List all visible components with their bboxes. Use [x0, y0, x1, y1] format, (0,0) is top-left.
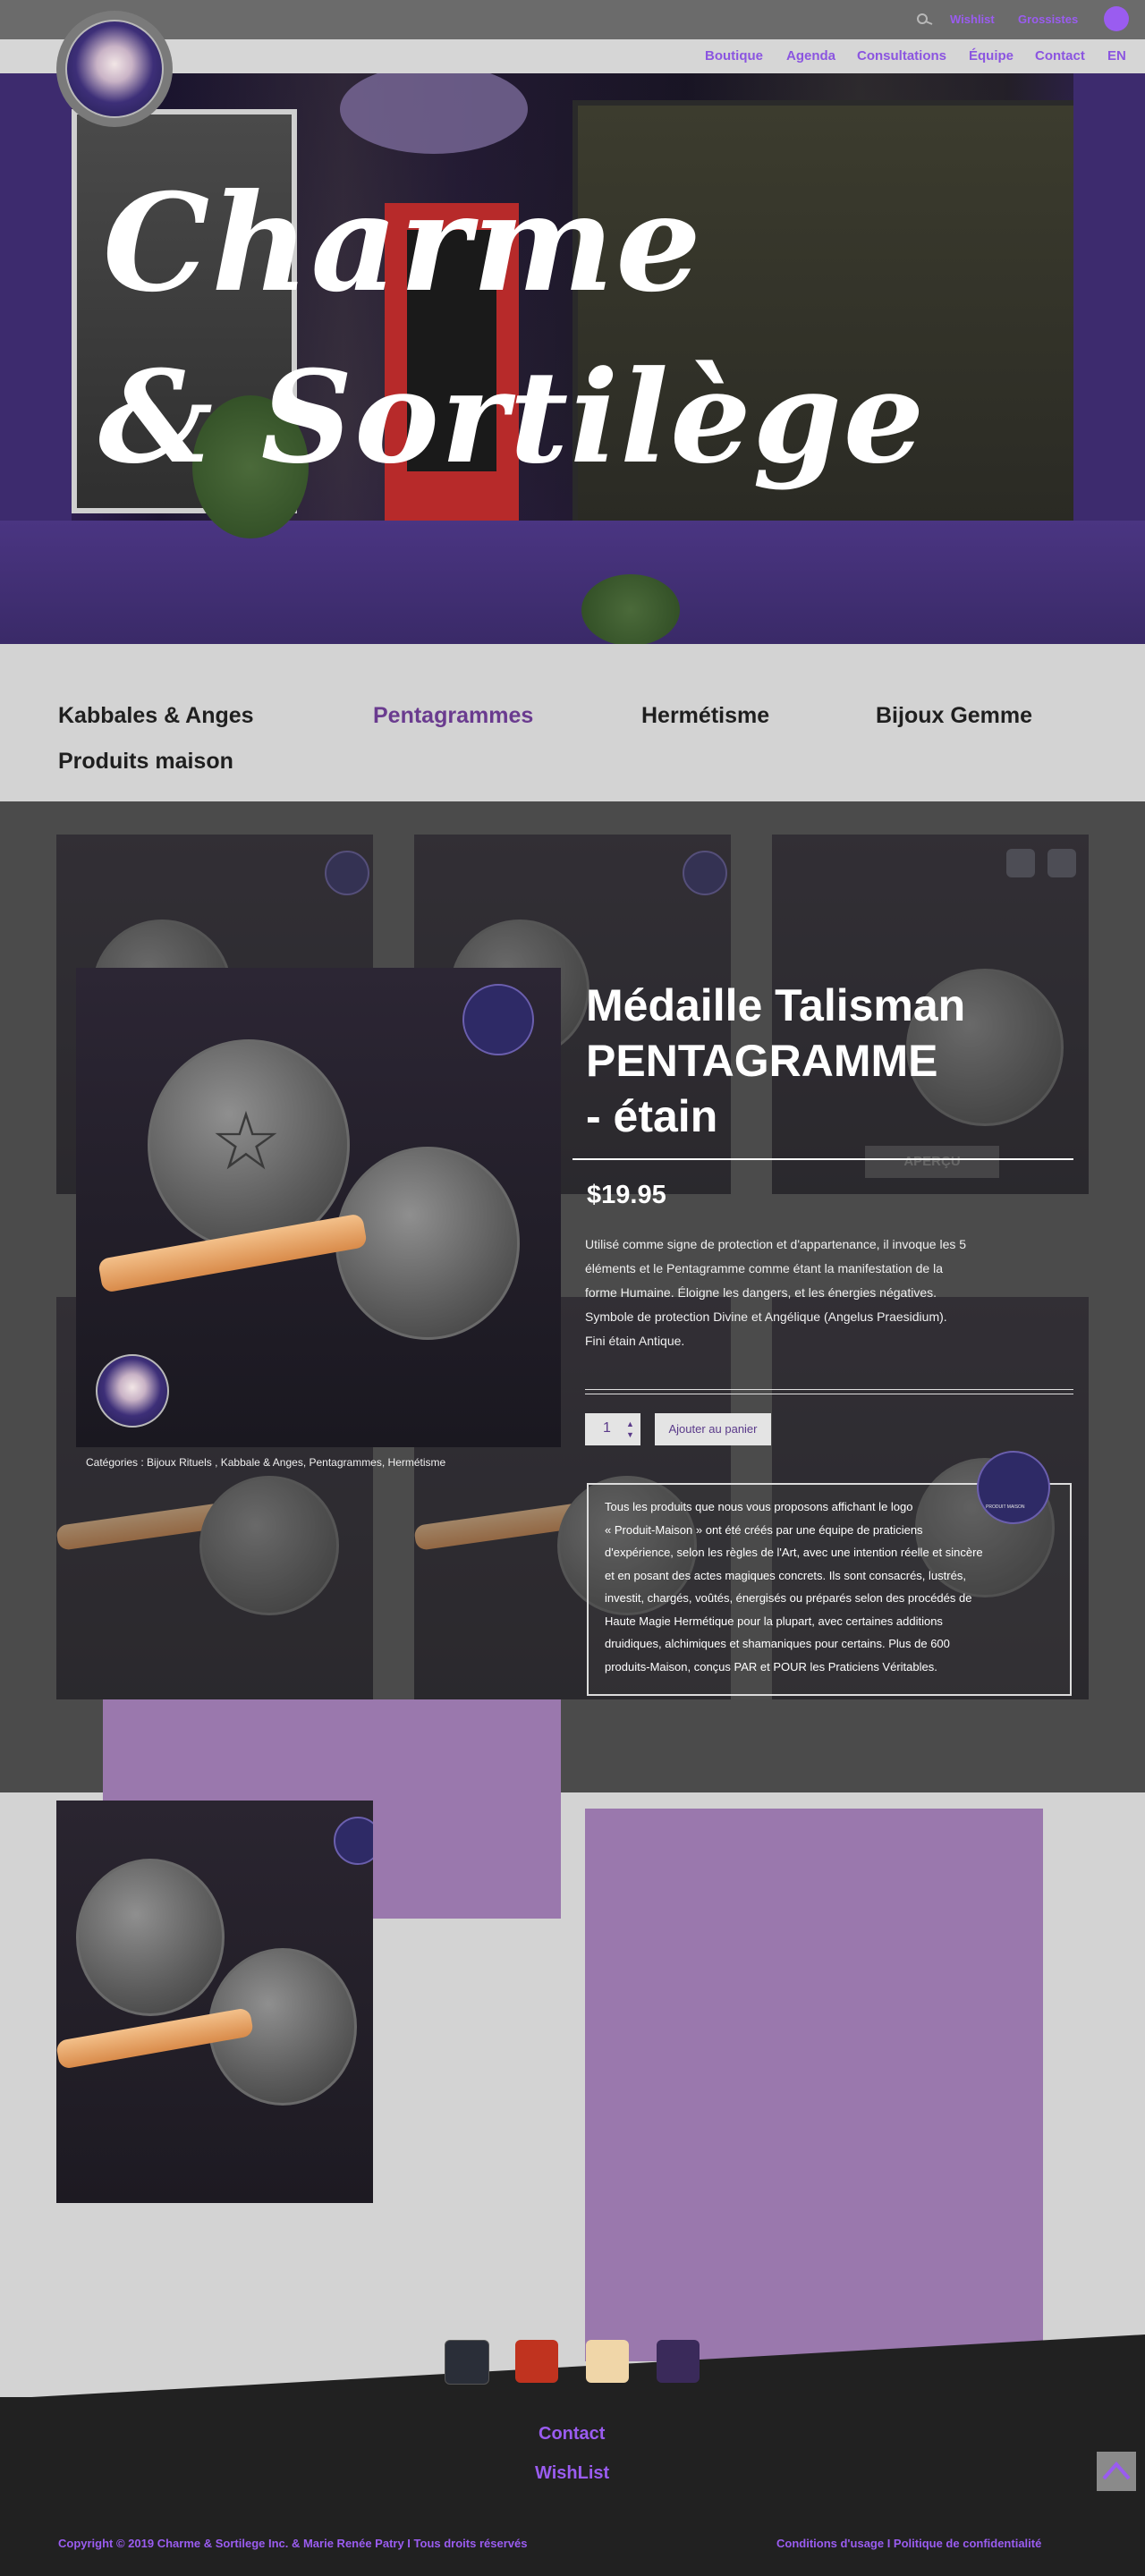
footer-contact-link[interactable]: Contact: [539, 2424, 605, 2445]
hero-base: [0, 521, 1145, 644]
nav-language[interactable]: EN: [1107, 48, 1126, 64]
product-image-large: [56, 1801, 373, 2203]
pentagram-star-icon: ☆: [209, 1097, 283, 1187]
description-line: Fini étain Antique.: [585, 1334, 685, 1348]
description-line: forme Humaine. Éloigne les dangers, et l…: [585, 1285, 937, 1300]
swatch-cream-icon[interactable]: [586, 2340, 629, 2383]
product-title-line1: Médaille Talisman: [586, 980, 966, 1030]
nav-equipe[interactable]: Équipe: [969, 48, 1014, 64]
produit-maison-badge-icon: PRODUIT MAISON: [977, 1451, 1050, 1524]
nav-contact[interactable]: Contact: [1035, 48, 1085, 64]
swatch-dark-icon[interactable]: [445, 2340, 489, 2385]
badge-caption: PRODUIT MAISON: [986, 1504, 1025, 1510]
search-icon[interactable]: [916, 13, 934, 27]
site-logo[interactable]: [56, 11, 173, 127]
note-line: « Produit-Maison » ont été créés par une…: [605, 1522, 923, 1537]
pentagram-medal-image: [76, 1859, 225, 2016]
description-line: Symbole de protection Divine et Angéliqu…: [585, 1309, 947, 1324]
top-bar: Wishlist Grossistes: [0, 0, 1145, 39]
scroll-to-top-button[interactable]: [1097, 2452, 1136, 2491]
footer-copyright: Copyright © 2019 Charme & Sortilege Inc.…: [58, 2537, 528, 2550]
category-pentagrammes[interactable]: Pentagrammes: [373, 703, 533, 729]
grossistes-link[interactable]: Grossistes: [1018, 13, 1078, 26]
hero-title-line2: & Sortilège: [98, 343, 927, 492]
note-line: Haute Magie Hermétique pour la plupart, …: [605, 1614, 943, 1628]
note-line: investit, chargés, voûtés, énergisés ou …: [605, 1591, 972, 1605]
nav-agenda[interactable]: Agenda: [786, 48, 835, 64]
swatch-red-icon[interactable]: [515, 2340, 558, 2383]
product-description: Utilisé comme signe de protection et d'a…: [585, 1233, 1086, 1353]
categories-value[interactable]: Bijoux Rituels , Kabbale & Anges, Pentag…: [147, 1456, 445, 1469]
swatch-purple-icon[interactable]: [657, 2340, 700, 2383]
product-title-line3: - étain: [586, 1091, 718, 1141]
product-main-image: ☆: [76, 968, 561, 1447]
description-line: Utilisé comme signe de protection et d'a…: [585, 1237, 967, 1251]
category-kabbales-anges[interactable]: Kabbales & Anges: [58, 703, 254, 729]
wishlist-link[interactable]: Wishlist: [950, 13, 995, 26]
add-to-cart-button[interactable]: Ajouter au panier: [655, 1413, 771, 1445]
category-bar: Kabbales & Anges Pentagrammes Hermétisme…: [0, 644, 1145, 801]
note-line: et en posant des actes magiques concrets…: [605, 1568, 966, 1582]
nav-boutique[interactable]: Boutique: [705, 48, 763, 64]
note-line: druidiques, alchimiques et shamaniques p…: [605, 1637, 950, 1650]
purple-block-right: [585, 1809, 1043, 2361]
product-title-line2: PENTAGRAMME: [586, 1036, 938, 1086]
footer-legal-links[interactable]: Conditions d'usage I Politique de confid…: [776, 2537, 1041, 2550]
note-text: Tous les produits que nous vous proposon…: [605, 1496, 1061, 1678]
category-produits-maison[interactable]: Produits maison: [58, 749, 233, 775]
product-price: $19.95: [587, 1181, 666, 1209]
note-line: d'expérience, selon les règles de l'Art,…: [605, 1546, 983, 1559]
nav-consultations[interactable]: Consultations: [857, 48, 946, 64]
logo-portrait: [65, 20, 164, 118]
hero-plant-right: [581, 574, 680, 644]
title-divider: [572, 1158, 1073, 1160]
quantity-stepper[interactable]: 1 ▲ ▼: [585, 1413, 640, 1445]
categories-label: Catégories :: [86, 1456, 144, 1469]
hero-title-line1: Charme: [103, 165, 703, 322]
add-to-cart-label: Ajouter au panier: [668, 1422, 758, 1436]
logo-portrait-small: [96, 1354, 169, 1428]
product-categories-line: Catégories : Bijoux Rituels , Kabbale & …: [86, 1456, 445, 1469]
quantity-value: 1: [603, 1420, 611, 1436]
footer: Contact WishList Copyright © 2019 Charme…: [0, 2397, 1145, 2576]
hero-banner: Charme & Sortilège: [0, 73, 1145, 644]
produit-maison-badge-icon: [334, 1817, 373, 1865]
produit-maison-badge-icon: [462, 984, 534, 1055]
category-bijoux-gemme[interactable]: Bijoux Gemme: [876, 703, 1032, 729]
hero-shop-sign: [340, 73, 528, 154]
description-line: éléments et le Pentagramme comme étant l…: [585, 1261, 943, 1275]
cart-dot-icon[interactable]: [1104, 6, 1129, 31]
footer-wishlist-link[interactable]: WishList: [535, 2463, 609, 2484]
note-line: produits-Maison, conçus PAR et POUR les …: [605, 1659, 937, 1674]
chevron-up-icon: [1102, 2461, 1131, 2480]
category-hermetisme[interactable]: Hermétisme: [641, 703, 769, 729]
quantity-arrows-icon[interactable]: ▲ ▼: [626, 1419, 634, 1440]
footer-slant: [0, 2334, 1145, 2399]
description-divider: [585, 1389, 1073, 1394]
